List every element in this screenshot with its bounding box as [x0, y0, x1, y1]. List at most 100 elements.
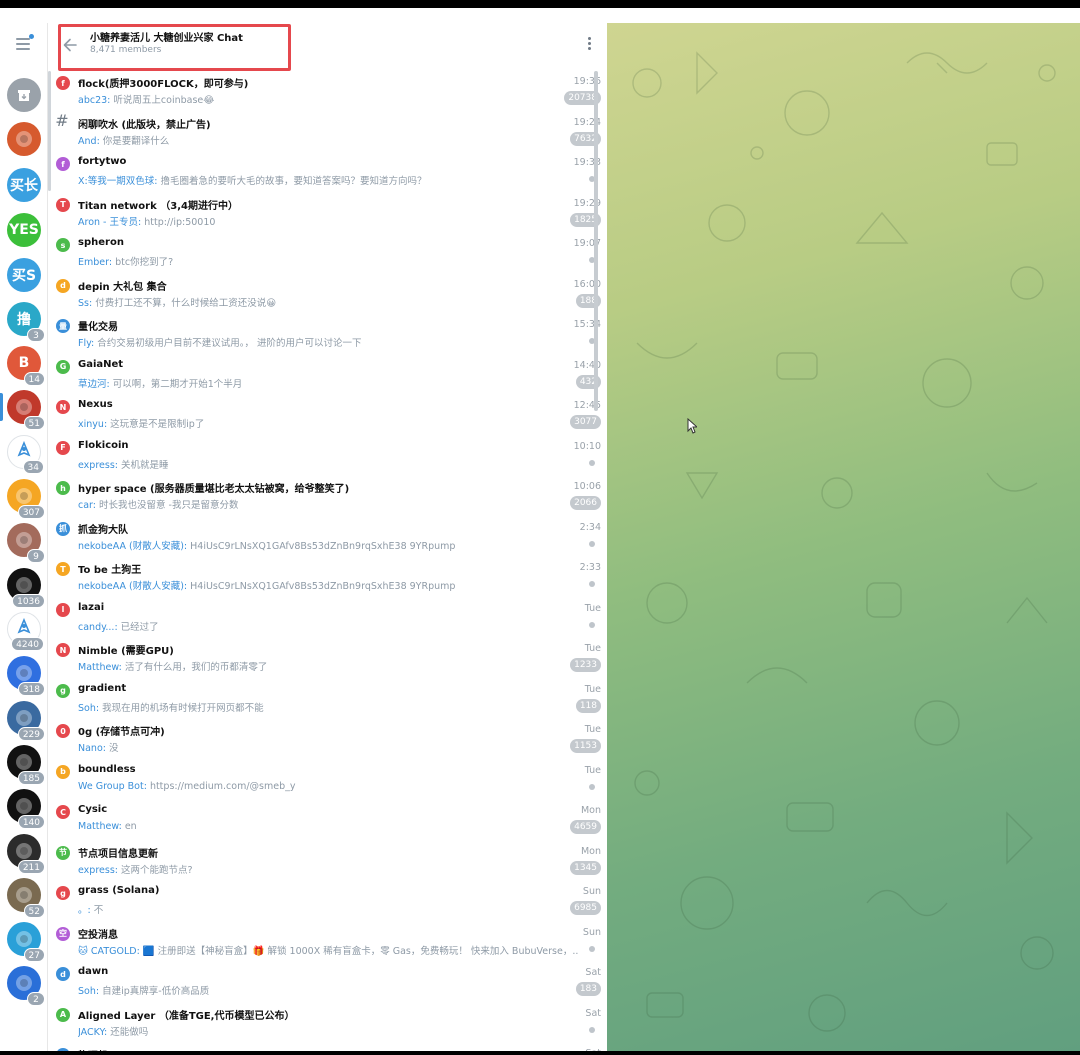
muted-unread-dot — [589, 459, 595, 466]
unread-count-badge: 4659 — [570, 820, 601, 834]
chat-list-item[interactable]: 0 0g (存储节点可冲) Nano: 没 Tue 1153 — [48, 719, 607, 760]
chat-list-item[interactable]: f fortytwo X:等我一期双色球: 撸毛圈着急的要听大毛的故事，要知道答案吗… — [48, 152, 607, 193]
message-text: 我现在用的机场有时候打开网页都不能 — [102, 702, 264, 714]
message-sender: car — [78, 500, 93, 511]
chat-list-item[interactable]: d dawn Soh: 自建ip真牌享-低价高品质 Sat 183 — [48, 962, 607, 1003]
message-time: Tue — [584, 643, 601, 654]
unread-badge: 9 — [27, 549, 45, 563]
chat-title: lazai — [78, 601, 105, 613]
chat-avatar: g — [56, 683, 70, 698]
topic-hash-icon: # — [55, 111, 69, 130]
chat-list-item[interactable]: N Nimble (需要GPU) Matthew: 活了有什么用，我们的币都清零了 T… — [48, 638, 607, 679]
rail-folder-avatar[interactable]: 撸3 — [7, 302, 45, 342]
folder-rail: 买长 YES 买S 撸 3 B 14 51 34 307 9 1036 4240 318 229 185 140… — [0, 8, 48, 1051]
chat-list-item[interactable]: 量量化交易 Fly: 合约交易初级用户目前不建议试用。， 进阶的用户可以讨论一下 1… — [48, 314, 607, 355]
last-message: Matthew: en — [78, 821, 137, 832]
chat-avatar: 抓 — [56, 521, 70, 536]
chat-avatar: g — [56, 886, 70, 900]
rail-avatar-image[interactable]: 51 — [7, 390, 45, 430]
message-time: Mon — [580, 805, 601, 816]
chat-avatar: A — [56, 1007, 70, 1022]
chat-avatar: b — [56, 764, 70, 779]
chat-avatar: N — [56, 643, 70, 657]
rail-avatar-image[interactable]: 140 — [7, 789, 45, 829]
unread-count-badge: 1153 — [570, 739, 601, 753]
chat-list-item[interactable]: A Aligned Layer （准备TGE,代币模型已公布） JACKY: 还能做… — [48, 1003, 607, 1044]
rail-folder-avatar[interactable]: B 14 — [7, 346, 45, 386]
rail-folder-avatar[interactable]: YES — [7, 213, 41, 247]
back-arrow-icon[interactable] — [60, 35, 80, 55]
chat-list-scrollbar[interactable] — [594, 71, 598, 411]
message-time: 10:10 — [573, 440, 601, 452]
message-sender: JACKY — [78, 1026, 105, 1038]
chat-list-item[interactable]: g grass (Solana) 。: 不 Sun 6985 — [48, 881, 607, 922]
rail-avatar-image[interactable]: 1036 — [7, 568, 45, 608]
hamburger-menu-icon[interactable] — [12, 34, 36, 52]
chat-list-item[interactable]: 节节点项目信息更新 express: 这两个能跑节点? Mon 1345 — [48, 841, 607, 882]
rail-avatar-image[interactable]: 185 — [7, 745, 45, 785]
message-sender: Matthew — [78, 662, 119, 673]
rail-avatar-image[interactable]: 9 — [7, 523, 45, 563]
chat-avatar: T — [56, 562, 70, 576]
message-time: Tue — [584, 724, 601, 735]
chat-title[interactable]: 小糖养妻活儿 大糖创业兴家 Chat — [90, 29, 243, 44]
rail-avatar-image[interactable] — [7, 122, 41, 156]
message-time: 10:06 — [573, 481, 601, 492]
unread-badge: 318 — [17, 682, 45, 696]
rail-avatar-image[interactable]: 27 — [7, 922, 45, 962]
message-text: 🟦 注册即送【神秘盲盒】🎁 解锁 1000X 稀有盲盒卡，零 Gas，免费畅玩！… — [142, 945, 578, 957]
chat-list-item[interactable]: G GaiaNet 草边河: 可以啊，第二期才开始1个半月 14:40 432 — [48, 355, 607, 396]
message-sender: xinyu — [78, 419, 104, 430]
rail-avatar-image[interactable]: 52 — [7, 878, 45, 918]
message-sender: 。 — [78, 905, 88, 916]
message-text: 合约交易初级用户目前不建议试用。， 进阶的用户可以讨论一下 — [97, 338, 362, 349]
rail-folder-avatar[interactable]: 买长 — [7, 168, 41, 202]
chat-list-item[interactable]: h hyper space (服务器质量堪比老太太钻被窝，给爷整笑了) car: 时… — [48, 476, 607, 517]
unread-badge: 185 — [17, 771, 45, 785]
rail-folder-avatar[interactable]: 买S — [7, 258, 41, 292]
chat-avatar: s — [56, 238, 70, 252]
rail-rocket-icon[interactable]: 4240 — [7, 612, 44, 651]
chat-list-item[interactable]: l lazai candy...: 已经过了 Tue — [48, 598, 607, 639]
message-time: Sat — [585, 1007, 601, 1019]
last-message: 🐱 CATGOLD: 🟦 注册即送【神秘盲盒】🎁 解锁 1000X 稀有盲盒卡，… — [78, 943, 578, 957]
chat-title: boundless — [78, 763, 136, 775]
message-text: en — [124, 821, 137, 832]
unread-badge: 3 — [27, 328, 45, 342]
last-message: Nano: 没 — [78, 740, 119, 754]
rail-avatar-image[interactable]: 229 — [7, 701, 45, 741]
chat-list-item[interactable]: b boundless We Group Bot: https://medium.c… — [48, 760, 607, 801]
chat-list-item[interactable]: f flock(质押3000FLOCK，即可参与) abc23: 听说周五上coin… — [48, 71, 607, 112]
muted-unread-dot — [589, 1026, 595, 1033]
message-text: 不 — [93, 905, 104, 916]
message-sender: X:等我一期双色球 — [78, 176, 155, 187]
chat-list-item[interactable]: T Titan network （3,4期进行中） Aron - 王专员: http… — [48, 193, 607, 234]
chat-list-item[interactable]: T To be 土狗王 nekobeAA (财散人安藏): H4iUsC9rLNsX… — [48, 557, 607, 598]
chat-title: 节点项目信息更新 — [78, 848, 158, 860]
chat-list-item[interactable]: 空空投消息 🐱 CATGOLD: 🟦 注册即送【神秘盲盒】🎁 解锁 1000X 稀… — [48, 922, 607, 963]
rail-avatar-image[interactable]: 211 — [7, 834, 45, 874]
last-message: 。: 不 — [78, 902, 103, 916]
message-text: 撸毛圈着急的要听大毛的故事，要知道答案吗？要知道方向吗？ — [160, 176, 427, 187]
rail-rocket-icon[interactable]: 34 — [7, 435, 44, 474]
chat-list-item[interactable]: 物物理机Sat — [48, 1043, 607, 1051]
rail-avatar-image[interactable]: 2 — [7, 966, 45, 1006]
unread-badge: 27 — [23, 948, 45, 962]
message-text: H4iUsC9rLNsXQ1GAfv8Bs53dZnBn9rqSxhE38 9Y… — [190, 540, 456, 552]
chat-avatar: 节 — [56, 845, 70, 860]
chat-list-item[interactable]: C Cysic Matthew: en Mon 4659 — [48, 800, 607, 841]
chat-list-item[interactable]: 抓抓金狗大队 nekobeAA (财散人安藏): H4iUsC9rLNsXQ1GA… — [48, 517, 607, 558]
chat-list-item[interactable]: s spheron Ember: btc你挖到了? 19:07 — [48, 233, 607, 274]
message-text: 没 — [109, 743, 119, 754]
chat-list-item[interactable]: N Nexus xinyu: 这玩意是不是限制ip了 12:45 3077 — [48, 395, 607, 436]
chat-list-item[interactable]: # 闲聊吹水 (此版块，禁止广告) And: 你是要翻译什么 19:24 7632 — [48, 111, 607, 153]
rail-archive-icon[interactable] — [7, 78, 41, 112]
rail-avatar-image[interactable]: 307 — [7, 479, 45, 519]
rail-avatar-image[interactable]: 318 — [7, 656, 45, 696]
chat-list-item[interactable]: F Flokicoin express: 关机就是睡 10:10 — [48, 436, 607, 477]
chat-list-item[interactable]: g gradient Soh: 我现在用的机场有时候打开网页都不能 Tue 118 — [48, 679, 607, 720]
last-message: xinyu: 这玩意是不是限制ip了 — [78, 416, 204, 430]
chat-list-item[interactable]: d depin 大礼包 集合 Ss: 付费打工还不算，什么时候给工资还没说😀 16:0… — [48, 274, 607, 315]
message-sender: nekobeAA (财散人安藏) — [78, 540, 184, 552]
more-options-icon[interactable] — [584, 37, 594, 53]
